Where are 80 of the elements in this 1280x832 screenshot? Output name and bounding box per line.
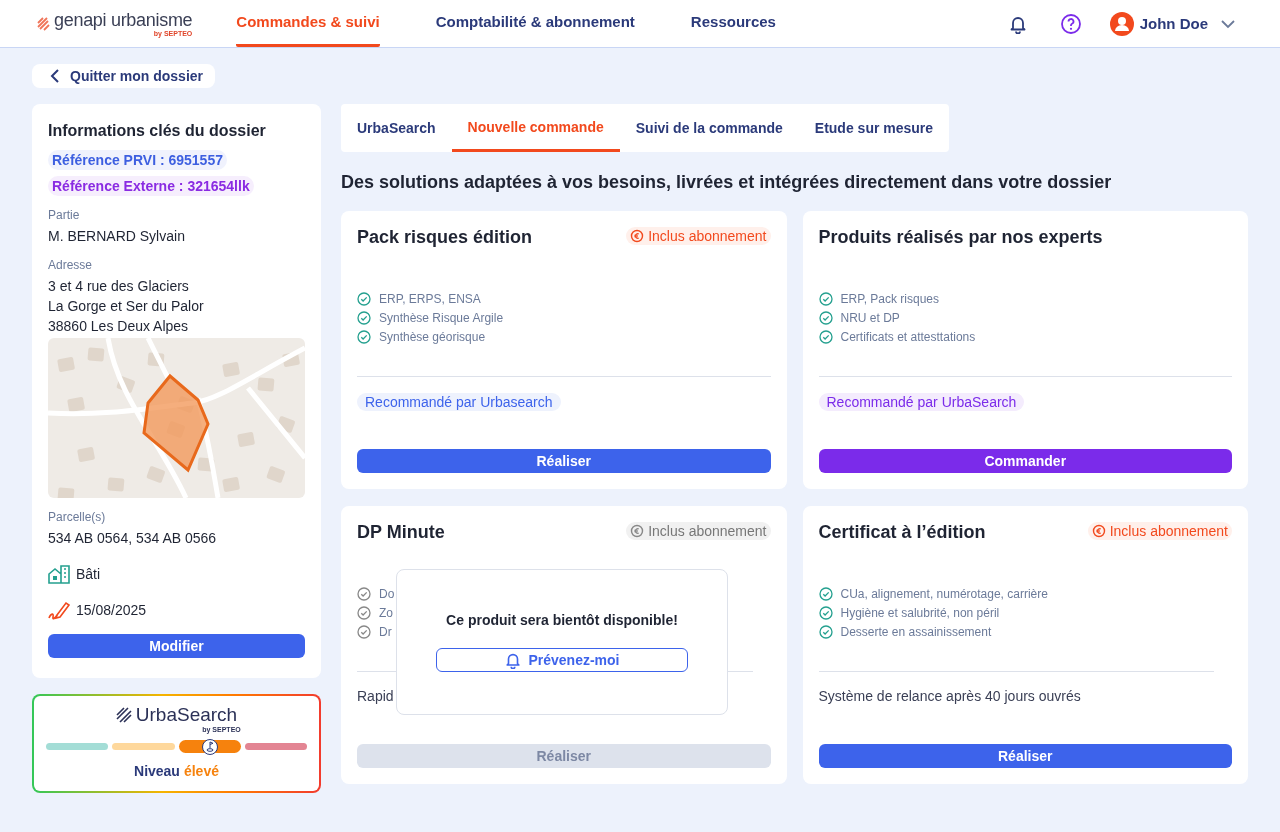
section-heading: Des solutions adaptées à vos besoins, livrées et intégrées directement dans votre dossier	[341, 172, 1113, 193]
logo-icon	[36, 16, 50, 31]
avatar-icon	[1109, 11, 1134, 36]
field-label: Partie	[48, 208, 81, 222]
help-icon	[1059, 12, 1082, 35]
reference-chip: Référence PRVI : 6951557	[48, 150, 227, 170]
field-value: Bâti	[76, 565, 101, 584]
nav-tab[interactable]: Comptabilité & abonnement	[435, 0, 635, 47]
feature-text: Zo	[379, 606, 393, 620]
logo-icon	[115, 707, 132, 723]
check-circle-icon	[818, 587, 833, 601]
nav-tab[interactable]: Commandes & suivi	[236, 0, 380, 47]
feature-text: Synthèse géorisque	[379, 330, 486, 344]
subscription-badge: Inclus abonnement	[626, 227, 771, 245]
check-circle-icon	[357, 292, 371, 306]
tab[interactable]: Nouvelle commande	[451, 104, 620, 152]
feature-text: Desserte en assainissement	[840, 625, 992, 639]
check-circle-icon	[818, 625, 833, 639]
feature-text: Hygiène et salubrité, non péril	[840, 606, 1000, 620]
check-circle-icon	[357, 330, 371, 344]
product-note: Système de relance après 40 jours ouvrés	[818, 688, 1082, 704]
check-circle-icon	[357, 587, 371, 601]
tab[interactable]: Suivi de la commande	[619, 104, 799, 152]
address-line: 3 et 4 rue des Glaciers	[48, 277, 190, 296]
product-title: Pack risques édition	[357, 227, 533, 248]
chevron-left-icon	[50, 69, 60, 83]
field-label: Parcelle(s)	[48, 510, 107, 524]
logo-text: UrbaSearch	[135, 704, 238, 726]
euro-badge-icon	[630, 229, 645, 243]
level-label: Niveau	[134, 763, 180, 779]
bell-icon	[504, 651, 523, 669]
field-value: M. BERNARD Sylvain	[48, 227, 186, 246]
back-link[interactable]: Quitter mon dossier	[32, 64, 216, 88]
signature-pen-icon	[48, 600, 70, 620]
subscription-badge: Inclus abonnement	[1087, 522, 1232, 540]
check-circle-icon	[818, 311, 833, 325]
feature-text: CUa, alignement, numérotage, carrière	[840, 587, 1048, 601]
check-circle-icon	[818, 292, 833, 306]
user-menu[interactable]: John Doe	[1109, 0, 1236, 47]
check-circle-icon	[818, 606, 833, 620]
feature-text: Do	[379, 587, 395, 601]
recommendation-tag: Recommandé par Urbasearch	[357, 393, 561, 411]
euro-badge-icon	[630, 524, 645, 538]
tab[interactable]: UrbaSearch	[341, 104, 452, 152]
address-line: La Gorge et Ser du Palor	[48, 297, 205, 316]
product-action-button[interactable]: Réaliser	[357, 449, 771, 473]
reference-chip: Référence Externe : 321654llk	[48, 176, 254, 196]
subscription-badge: Inclus abonnement	[626, 522, 771, 540]
nav-tab[interactable]: Ressources	[690, 0, 776, 47]
marker-icon	[201, 738, 218, 755]
product-title: Produits réalisés par nos experts	[818, 227, 1103, 248]
check-circle-icon	[357, 311, 371, 325]
product-action-button[interactable]: Commander	[818, 449, 1232, 473]
product-title: Certificat à l’édition	[818, 522, 986, 543]
level-value: élevé	[183, 763, 219, 779]
help-button[interactable]	[1059, 12, 1082, 35]
product-title: DP Minute	[357, 522, 445, 543]
feature-text: NRU et DP	[840, 311, 900, 325]
modify-button[interactable]: Modifier	[48, 634, 305, 658]
buildings-icon	[48, 564, 70, 584]
euro-badge-icon	[1091, 524, 1106, 538]
field-label: Adresse	[48, 258, 94, 272]
check-circle-icon	[818, 330, 833, 344]
popup-message: Ce produit sera bientôt disponible!	[446, 612, 678, 628]
product-action-button[interactable]: Réaliser	[818, 744, 1232, 768]
address-line: 38860 Les Deux Alpes	[48, 317, 190, 336]
check-circle-icon	[357, 606, 371, 620]
field-value: 15/08/2025	[76, 601, 147, 620]
tab[interactable]: Etude sur mesure	[798, 104, 950, 152]
check-circle-icon	[357, 625, 371, 639]
logo-text: genapi urbanisme	[54, 9, 193, 30]
feature-text: ERP, ERPS, ENSA	[379, 292, 481, 306]
card-title: Informations clés du dossier	[48, 122, 267, 140]
feature-text: Dr	[379, 625, 392, 639]
product-note: Rapid	[357, 688, 395, 704]
recommendation-tag: Recommandé par UrbaSearch	[818, 393, 1025, 411]
feature-text: Synthèse Risque Argile	[379, 311, 504, 325]
feature-text: Certificats et attesttations	[840, 330, 976, 344]
field-value: 534 AB 0564, 534 AB 0566	[48, 529, 218, 548]
feature-text: ERP, Pack risques	[840, 292, 939, 306]
